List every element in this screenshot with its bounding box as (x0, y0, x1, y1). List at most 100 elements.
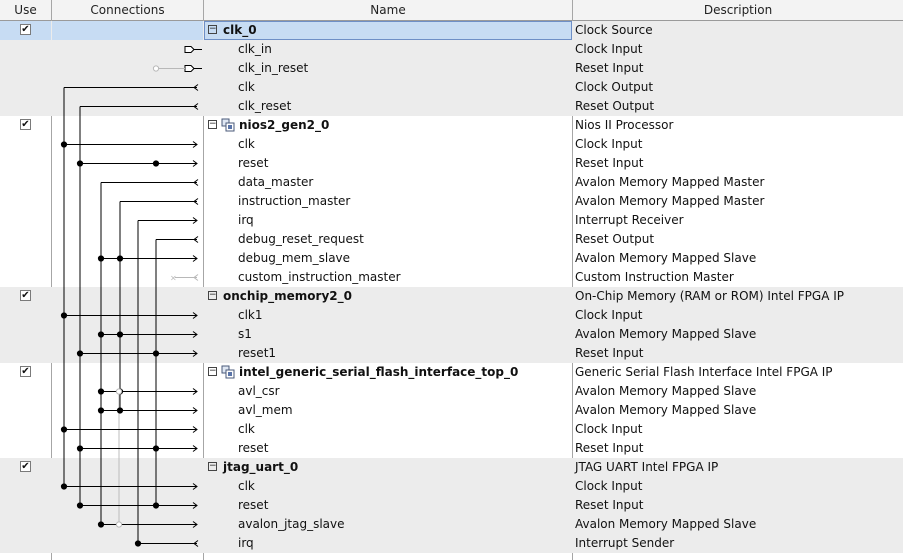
use-checkbox[interactable]: ✔ (20, 24, 31, 35)
name-cell[interactable]: − nios2_gen2_0 (204, 116, 572, 135)
connections-cell[interactable] (52, 363, 203, 382)
collapse-toggle-icon[interactable]: − (208, 120, 217, 129)
name-cell[interactable]: avl_mem (204, 401, 572, 420)
name-cell[interactable]: irq (204, 211, 572, 230)
use-checkbox[interactable]: ✔ (20, 366, 31, 377)
name-column-header[interactable]: Name (204, 0, 573, 20)
interface-row[interactable]: debug_mem_slave Avalon Memory Mapped Slav… (0, 249, 903, 268)
name-cell[interactable]: − jtag_uart_0 (204, 458, 572, 477)
name-cell[interactable]: reset (204, 496, 572, 515)
name-cell[interactable]: debug_mem_slave (204, 249, 572, 268)
interface-row[interactable]: instruction_master Avalon Memory Mapped M… (0, 192, 903, 211)
name-cell[interactable]: instruction_master (204, 192, 572, 211)
name-cell[interactable]: reset (204, 154, 572, 173)
name-cell[interactable]: reset (204, 439, 572, 458)
module-row[interactable]: ✔ − intel_generic_serial_flash_interface_t… (0, 363, 903, 382)
interface-row[interactable]: avl_csr Avalon Memory Mapped Slave (0, 382, 903, 401)
name-cell[interactable]: clk (204, 420, 572, 439)
connections-cell[interactable] (52, 192, 203, 211)
name-cell[interactable]: custom_instruction_master (204, 268, 572, 287)
use-cell (0, 496, 51, 515)
connections-cell[interactable] (52, 249, 203, 268)
name-cell[interactable]: data_master (204, 173, 572, 192)
interface-row[interactable]: reset Reset Input (0, 496, 903, 515)
connections-cell[interactable] (52, 59, 203, 78)
module-row[interactable]: ✔ − clk_0 Clock Source (0, 21, 903, 40)
interface-row[interactable]: clk_in Clock Input (0, 40, 903, 59)
name-cell[interactable]: avl_csr (204, 382, 572, 401)
connections-cell[interactable] (52, 306, 203, 325)
connections-cell[interactable] (52, 116, 203, 135)
use-checkbox[interactable]: ✔ (20, 119, 31, 130)
connections-cell[interactable] (52, 382, 203, 401)
module-row[interactable]: ✔ − onchip_memory2_0 On-Chip Memory (RAM or… (0, 287, 903, 306)
connections-cell[interactable] (52, 401, 203, 420)
name-cell[interactable]: − onchip_memory2_0 (204, 287, 572, 306)
name-cell[interactable]: reset1 (204, 344, 572, 363)
connections-cell[interactable] (52, 534, 203, 553)
connections-cell[interactable] (52, 21, 203, 40)
connections-cell[interactable] (52, 287, 203, 306)
connections-cell[interactable] (52, 97, 203, 116)
collapse-toggle-icon[interactable]: − (208, 367, 217, 376)
connections-cell[interactable] (52, 515, 203, 534)
interface-row[interactable]: clk1 Clock Input (0, 306, 903, 325)
name-cell[interactable]: clk (204, 477, 572, 496)
name-cell[interactable]: − clk_0 (204, 21, 572, 40)
connections-cell[interactable] (52, 458, 203, 477)
module-row[interactable]: ✔ − jtag_uart_0 JTAG UART Intel FPGA IP (0, 458, 903, 477)
connections-cell[interactable] (52, 325, 203, 344)
connections-cell[interactable] (52, 439, 203, 458)
connections-cell[interactable] (52, 420, 203, 439)
connections-cell[interactable] (52, 154, 203, 173)
interface-row[interactable]: avl_mem Avalon Memory Mapped Slave (0, 401, 903, 420)
interface-row[interactable]: clk Clock Input (0, 420, 903, 439)
interface-row[interactable]: clk Clock Output (0, 78, 903, 97)
interface-row[interactable]: s1 Avalon Memory Mapped Slave (0, 325, 903, 344)
interface-row[interactable]: clk_in_reset Reset Input (0, 59, 903, 78)
name-cell[interactable]: debug_reset_request (204, 230, 572, 249)
name-cell[interactable]: avalon_jtag_slave (204, 515, 572, 534)
interface-row[interactable]: avalon_jtag_slave Avalon Memory Mapped Sl… (0, 515, 903, 534)
interface-row[interactable]: reset Reset Input (0, 439, 903, 458)
interface-row[interactable]: irq Interrupt Sender (0, 534, 903, 553)
connections-cell[interactable] (52, 135, 203, 154)
name-cell[interactable]: clk_reset (204, 97, 572, 116)
collapse-toggle-icon[interactable]: − (208, 25, 217, 34)
interface-row[interactable]: clk Clock Input (0, 135, 903, 154)
interface-row[interactable]: reset Reset Input (0, 154, 903, 173)
use-column-header[interactable]: Use (0, 0, 52, 20)
connections-column-header[interactable]: Connections (52, 0, 204, 20)
connections-cell[interactable] (52, 268, 203, 287)
connections-cell[interactable] (52, 477, 203, 496)
connections-cell[interactable] (52, 78, 203, 97)
interface-row[interactable]: clk_reset Reset Output (0, 97, 903, 116)
use-checkbox[interactable]: ✔ (20, 461, 31, 472)
module-row[interactable]: ✔ − nios2_gen2_0 Nios II Processor (0, 116, 903, 135)
interface-row[interactable]: data_master Avalon Memory Mapped Master (0, 173, 903, 192)
name-cell[interactable]: − intel_generic_serial_flash_interface_to… (204, 363, 572, 382)
connections-cell[interactable] (52, 344, 203, 363)
name-cell[interactable]: irq (204, 534, 572, 553)
name-cell[interactable]: clk_in (204, 40, 572, 59)
name-cell[interactable]: clk (204, 135, 572, 154)
connections-cell[interactable] (52, 496, 203, 515)
name-cell[interactable]: clk (204, 78, 572, 97)
interface-row[interactable]: debug_reset_request Reset Output (0, 230, 903, 249)
connections-cell[interactable] (52, 173, 203, 192)
connections-cell[interactable] (52, 211, 203, 230)
interface-row[interactable]: reset1 Reset Input (0, 344, 903, 363)
interface-row[interactable]: clk Clock Input (0, 477, 903, 496)
description-cell: Nios II Processor (575, 118, 674, 132)
interface-row[interactable]: custom_instruction_master Custom Instruct… (0, 268, 903, 287)
collapse-toggle-icon[interactable]: − (208, 291, 217, 300)
use-checkbox[interactable]: ✔ (20, 290, 31, 301)
interface-row[interactable]: irq Interrupt Receiver (0, 211, 903, 230)
description-column-header[interactable]: Description (573, 0, 903, 20)
connections-cell[interactable] (52, 40, 203, 59)
name-cell[interactable]: clk1 (204, 306, 572, 325)
name-cell[interactable]: clk_in_reset (204, 59, 572, 78)
collapse-toggle-icon[interactable]: − (208, 462, 217, 471)
connections-cell[interactable] (52, 230, 203, 249)
name-cell[interactable]: s1 (204, 325, 572, 344)
